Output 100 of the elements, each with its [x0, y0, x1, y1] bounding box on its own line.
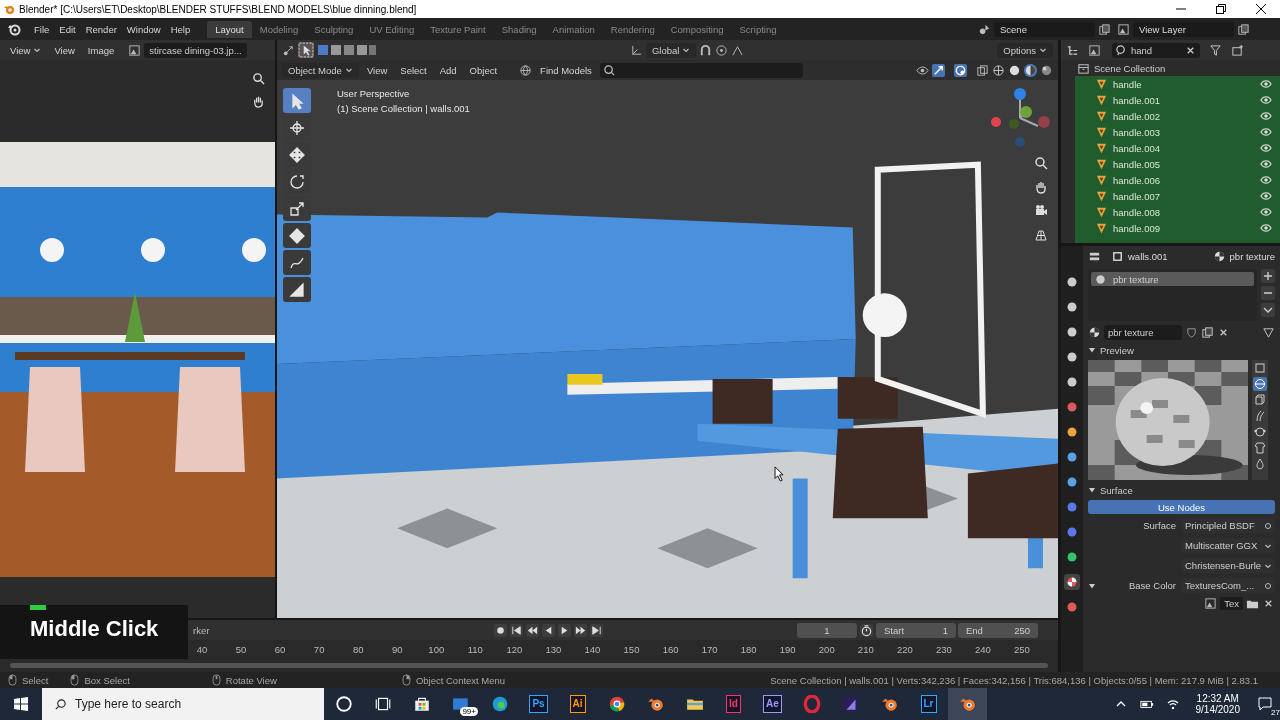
select-tool-button[interactable] [283, 88, 311, 113]
eye-icon[interactable] [1260, 110, 1272, 122]
menu-item[interactable]: Object [464, 62, 503, 78]
taskbar-button[interactable]: 99+ [441, 688, 480, 720]
selection-mode-icon[interactable] [317, 43, 377, 57]
previous-keyframe-icon[interactable] [525, 623, 539, 637]
gizmo-toggle-icon[interactable] [932, 63, 945, 77]
chevron-down-icon[interactable] [1261, 303, 1275, 317]
menu-item[interactable]: File [29, 21, 55, 37]
hand-icon[interactable] [252, 95, 265, 108]
image-icon[interactable] [1088, 43, 1101, 57]
material-tab-icon[interactable] [1064, 574, 1080, 590]
end-frame-field[interactable]: End 250 [958, 622, 1038, 638]
tree-item[interactable]: handle.003 [1075, 125, 1260, 139]
filter-icon[interactable] [1209, 43, 1222, 57]
eye-icon[interactable] [1260, 190, 1272, 202]
orientation-icon[interactable] [629, 43, 643, 57]
blender-logo-icon[interactable] [7, 22, 21, 36]
tree-item[interactable]: handle.009 [1075, 221, 1260, 235]
add-icon[interactable] [1261, 269, 1275, 283]
shading-mode-icon[interactable] [1008, 63, 1021, 77]
view-layer-field[interactable]: View Layer [1133, 21, 1234, 37]
start-frame-field[interactable]: Start 1 [876, 622, 956, 638]
shader-link-field[interactable]: TexturesCom_... [1182, 578, 1275, 593]
falloff-icon[interactable] [731, 43, 745, 57]
menu-item[interactable]: Render [80, 21, 122, 37]
maximize-icon[interactable] [1216, 4, 1226, 14]
dropdown[interactable]: Christensen-Burle [1182, 558, 1275, 573]
scene-icon[interactable] [978, 22, 991, 36]
app-tile-button[interactable]: Lr [920, 695, 937, 713]
find-models-button[interactable]: Find Models [535, 62, 597, 78]
overlay-toggle-icon[interactable] [954, 63, 967, 77]
menu-item[interactable]: Image [82, 42, 120, 58]
image-icon[interactable] [1117, 22, 1130, 36]
copy-icon[interactable] [1201, 325, 1214, 339]
tree-item[interactable]: handle.002 [1075, 109, 1260, 123]
workspace-tab[interactable]: Modeling [251, 20, 307, 38]
annotate-tool-button[interactable] [283, 250, 311, 275]
material-browse-icon[interactable] [1088, 325, 1101, 339]
remove-icon[interactable] [1261, 286, 1275, 300]
scene-field[interactable]: Scene [994, 21, 1095, 37]
grid-icon[interactable] [1034, 228, 1048, 242]
dropdown[interactable]: Multiscatter GGX [1182, 538, 1275, 553]
new-collection-icon[interactable] [1231, 43, 1244, 57]
workspace-tab[interactable]: Scripting [731, 20, 785, 38]
monkey-preview-icon[interactable] [1253, 425, 1267, 439]
tree-item[interactable]: handle.007 [1075, 189, 1260, 203]
app-tile-button[interactable]: Id [726, 695, 741, 713]
fluid-preview-icon[interactable] [1253, 457, 1267, 471]
tree-item[interactable]: handle.005 [1075, 157, 1260, 171]
proportional-edit-icon[interactable] [715, 43, 729, 57]
orientation-dropdown[interactable]: Global [645, 42, 697, 58]
search-field[interactable] [599, 62, 803, 78]
stopwatch-icon[interactable] [860, 623, 873, 637]
wifi-icon[interactable] [1165, 697, 1180, 711]
workspace-tab[interactable]: Animation [544, 20, 603, 38]
next-keyframe-icon[interactable] [573, 623, 587, 637]
mode-dropdown[interactable]: Object Mode [282, 62, 359, 78]
workspace-tab[interactable]: Rendering [602, 20, 663, 38]
shading-mode-icon[interactable] [1040, 63, 1053, 77]
scrollbar[interactable] [10, 662, 1048, 668]
workspace-tab[interactable]: Shading [493, 20, 545, 38]
node-link-icon[interactable] [1262, 325, 1275, 339]
camera-icon[interactable] [1034, 204, 1048, 218]
copy-icon[interactable] [1237, 22, 1250, 36]
jump-end-icon[interactable] [589, 623, 603, 637]
sphere-preview-icon[interactable] [1253, 377, 1267, 391]
snap-icon[interactable] [699, 43, 713, 57]
workspace-tab[interactable]: Sculpting [306, 20, 362, 38]
eye-icon[interactable] [1260, 158, 1272, 170]
eye-icon[interactable] [1260, 126, 1272, 138]
current-frame-field[interactable]: 1 [797, 622, 857, 638]
transform-tool-button[interactable] [283, 223, 311, 248]
image-icon[interactable] [1204, 597, 1218, 610]
section-header[interactable]: Preview [1088, 343, 1275, 357]
tree-item[interactable]: Scene Collection [1061, 60, 1280, 76]
texture-name-field[interactable]: Tex [1220, 597, 1243, 610]
menu-item[interactable]: Select [395, 62, 432, 78]
disclosure-triangle-icon[interactable] [1088, 581, 1096, 590]
xray-icon[interactable] [976, 63, 989, 77]
close-icon[interactable] [1256, 4, 1266, 14]
eye-icon[interactable] [1260, 142, 1272, 154]
globe-icon[interactable] [519, 63, 533, 77]
pivot-icon[interactable] [282, 43, 295, 57]
workspace-tab[interactable]: UV Editing [361, 20, 423, 38]
menu-item[interactable]: Edit [54, 21, 81, 37]
section-header[interactable]: Surface [1088, 483, 1275, 497]
eye-icon[interactable] [1260, 174, 1272, 186]
shader-link-field[interactable]: Principled BSDF [1182, 518, 1275, 533]
menu-item[interactable]: Window [121, 21, 166, 37]
image-name-field[interactable]: stircase dining-03.jp... [144, 42, 247, 58]
options-dropdown[interactable]: Options [997, 42, 1053, 58]
tree-item[interactable]: handle.004 [1075, 141, 1260, 155]
search-field[interactable]: hand [1112, 42, 1200, 58]
eye-icon[interactable] [1260, 94, 1272, 106]
menu-item[interactable]: Add [434, 62, 462, 78]
search-field[interactable]: Type here to search [42, 688, 324, 720]
tree-item[interactable]: handle.008 [1075, 205, 1260, 219]
material-name-field[interactable]: pbr texture [1104, 324, 1182, 340]
measure-tool-button[interactable] [283, 277, 311, 302]
